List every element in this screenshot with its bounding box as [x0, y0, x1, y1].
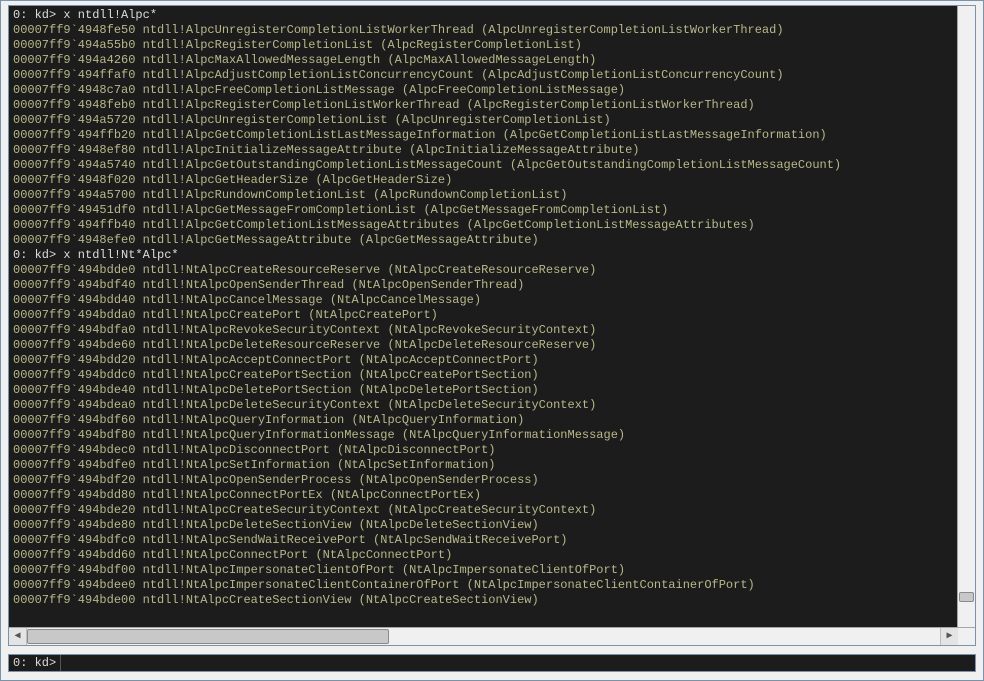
vertical-scrollbar-thumb[interactable]	[959, 592, 974, 602]
vertical-scrollbar[interactable]	[957, 6, 975, 628]
horizontal-scrollbar[interactable]: ◀ ▶	[9, 627, 975, 645]
console-line: 00007ff9`494bdf60 ntdll!NtAlpcQueryInfor…	[13, 413, 971, 428]
console-line: 00007ff9`494bdd80 ntdll!NtAlpcConnectPor…	[13, 488, 971, 503]
console-line: 00007ff9`494bdfe0 ntdll!NtAlpcSetInforma…	[13, 458, 971, 473]
scroll-right-button[interactable]: ▶	[940, 628, 958, 645]
console-line: 00007ff9`4948c7a0 ntdll!AlpcFreeCompleti…	[13, 83, 971, 98]
console-line: 00007ff9`494bde00 ntdll!NtAlpcCreateSect…	[13, 593, 971, 608]
console-line: 00007ff9`494bdee0 ntdll!NtAlpcImpersonat…	[13, 578, 971, 593]
console-line: 0: kd> x ntdll!Nt*Alpc*	[13, 248, 971, 263]
console-line: 00007ff9`494bdf40 ntdll!NtAlpcOpenSender…	[13, 278, 971, 293]
console-line: 00007ff9`494bdd40 ntdll!NtAlpcCancelMess…	[13, 293, 971, 308]
console-line: 00007ff9`494bdda0 ntdll!NtAlpcCreatePort…	[13, 308, 971, 323]
console-line: 00007ff9`494bddc0 ntdll!NtAlpcCreatePort…	[13, 368, 971, 383]
console-line: 00007ff9`494bde80 ntdll!NtAlpcDeleteSect…	[13, 518, 971, 533]
console-line: 00007ff9`494bdfa0 ntdll!NtAlpcRevokeSecu…	[13, 323, 971, 338]
console-line: 00007ff9`494bde40 ntdll!NtAlpcDeletePort…	[13, 383, 971, 398]
console-line: 00007ff9`494bdea0 ntdll!NtAlpcDeleteSecu…	[13, 398, 971, 413]
console-line: 00007ff9`494bdf20 ntdll!NtAlpcOpenSender…	[13, 473, 971, 488]
console-panel: 0: kd> x ntdll!Alpc*00007ff9`4948fe50 nt…	[8, 5, 976, 646]
console-line: 00007ff9`4948fe50 ntdll!AlpcUnregisterCo…	[13, 23, 971, 38]
horizontal-scrollbar-thumb[interactable]	[27, 629, 389, 644]
console-line: 00007ff9`494bdf00 ntdll!NtAlpcImpersonat…	[13, 563, 971, 578]
console-line: 00007ff9`494a5720 ntdll!AlpcUnregisterCo…	[13, 113, 971, 128]
console-line: 00007ff9`494bdec0 ntdll!NtAlpcDisconnect…	[13, 443, 971, 458]
console-line: 00007ff9`494ffb40 ntdll!AlpcGetCompletio…	[13, 218, 971, 233]
command-bar: 0: kd>	[8, 654, 976, 672]
command-prompt: 0: kd>	[9, 655, 61, 671]
debugger-window: 0: kd> x ntdll!Alpc*00007ff9`4948fe50 nt…	[0, 0, 984, 681]
console-line: 00007ff9`494a5740 ntdll!AlpcGetOutstandi…	[13, 158, 971, 173]
console-line: 00007ff9`494bde20 ntdll!NtAlpcCreateSecu…	[13, 503, 971, 518]
console-line: 00007ff9`494a5700 ntdll!AlpcRundownCompl…	[13, 188, 971, 203]
console-line: 00007ff9`49451df0 ntdll!AlpcGetMessageFr…	[13, 203, 971, 218]
console-line: 00007ff9`494ffaf0 ntdll!AlpcAdjustComple…	[13, 68, 971, 83]
console-line: 00007ff9`494bdd20 ntdll!NtAlpcAcceptConn…	[13, 353, 971, 368]
console-line: 00007ff9`4948efe0 ntdll!AlpcGetMessageAt…	[13, 233, 971, 248]
console-line: 00007ff9`494bde60 ntdll!NtAlpcDeleteReso…	[13, 338, 971, 353]
console-output[interactable]: 0: kd> x ntdll!Alpc*00007ff9`4948fe50 nt…	[9, 6, 975, 627]
console-line: 00007ff9`4948f020 ntdll!AlpcGetHeaderSiz…	[13, 173, 971, 188]
console-line: 00007ff9`494a55b0 ntdll!AlpcRegisterComp…	[13, 38, 971, 53]
console-line: 00007ff9`4948feb0 ntdll!AlpcRegisterComp…	[13, 98, 971, 113]
scroll-left-button[interactable]: ◀	[9, 628, 27, 645]
console-line: 00007ff9`4948ef80 ntdll!AlpcInitializeMe…	[13, 143, 971, 158]
console-line: 00007ff9`494bdf80 ntdll!NtAlpcQueryInfor…	[13, 428, 971, 443]
console-line: 00007ff9`494a4260 ntdll!AlpcMaxAllowedMe…	[13, 53, 971, 68]
console-line: 00007ff9`494bdde0 ntdll!NtAlpcCreateReso…	[13, 263, 971, 278]
console-line: 00007ff9`494ffb20 ntdll!AlpcGetCompletio…	[13, 128, 971, 143]
console-line: 0: kd> x ntdll!Alpc*	[13, 8, 971, 23]
console-line: 00007ff9`494bdd60 ntdll!NtAlpcConnectPor…	[13, 548, 971, 563]
console-line: 00007ff9`494bdfc0 ntdll!NtAlpcSendWaitRe…	[13, 533, 971, 548]
command-input[interactable]	[61, 655, 975, 671]
